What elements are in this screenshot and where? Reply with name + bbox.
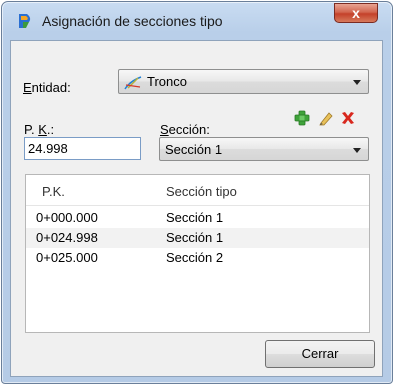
window-title: Asignación de secciones tipo [42,13,223,29]
pk-input[interactable]: 24.998 [24,137,141,160]
road-axis-icon [124,73,142,94]
dialog-window: Asignación de secciones tipo x Entidad: … [1,1,393,384]
table-header: P.K. Sección tipo [26,175,369,206]
dialog-client-area: Entidad: Tronco P. K.: Sección: 24.998 S… [10,40,383,377]
cell-pk: 0+025.000 [36,250,98,265]
table-row[interactable]: 0+000.000 Sección 1 [26,208,369,228]
chevron-down-icon [353,80,361,85]
sections-table[interactable]: P.K. Sección tipo 0+000.000 Sección 1 0+… [25,174,370,333]
cell-seccion: Sección 1 [166,210,224,225]
entidad-value: Tronco [147,74,187,89]
cell-pk: 0+024.998 [36,230,98,245]
add-icon[interactable] [294,110,310,126]
pencil-icon[interactable] [318,110,334,126]
table-row[interactable]: 0+025.000 Sección 2 [26,248,369,268]
cell-pk: 0+000.000 [36,210,98,225]
column-header-seccion[interactable]: Sección tipo [166,184,237,199]
seccion-value: Sección 1 [165,142,223,157]
cell-seccion: Sección 2 [166,250,224,265]
chevron-down-icon [353,148,361,153]
pk-label: P. K.: [24,122,55,137]
cerrar-button[interactable]: Cerrar [265,340,375,368]
entidad-select[interactable]: Tronco [118,69,369,94]
close-window-button[interactable]: x [334,3,378,23]
table-row[interactable]: 0+024.998 Sección 1 [26,228,369,248]
app-logo-icon [16,12,34,30]
column-header-pk[interactable]: P.K. [42,184,65,199]
delete-icon[interactable] [340,110,356,126]
title-bar[interactable]: Asignación de secciones tipo x [2,2,392,36]
seccion-select[interactable]: Sección 1 [159,137,369,161]
entidad-label: Entidad: [23,80,71,95]
seccion-label: Sección: [160,122,210,137]
cell-seccion: Sección 1 [166,230,224,245]
